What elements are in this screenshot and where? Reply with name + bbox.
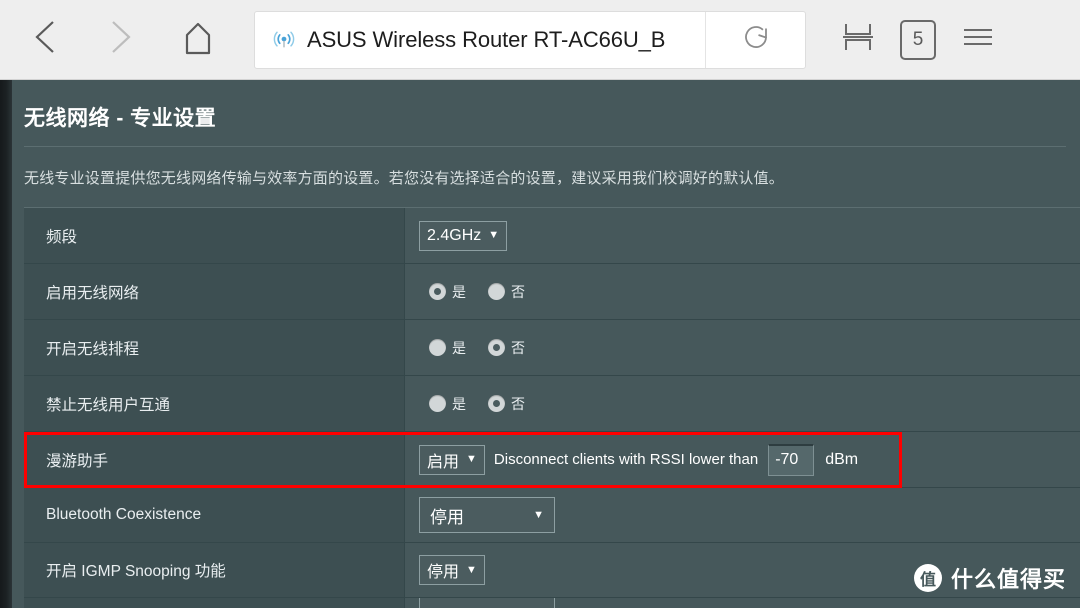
chevron-right-icon <box>105 17 135 62</box>
chevron-down-icon: ▼ <box>488 229 500 241</box>
row-label: 频段 <box>24 208 405 263</box>
address-bar[interactable]: ASUS Wireless Router RT-AC66U_B <box>254 10 806 69</box>
tab-count-button[interactable]: 5 <box>888 10 948 70</box>
radio-option-yes[interactable]: 是 <box>429 282 466 301</box>
dropdown-value: 2.4GHz <box>427 226 482 244</box>
table-row: 开启无线排程 是 否 <box>24 320 1080 376</box>
chevron-down-icon: ▼ <box>466 453 477 465</box>
roaming-controls: 启用 ▼ Disconnect clients with RSSI lower … <box>419 443 859 476</box>
row-label: 禁止无线用户互通 <box>24 376 405 431</box>
back-button[interactable] <box>16 10 76 70</box>
chevron-down-icon: ▼ <box>466 563 477 576</box>
radio-button[interactable] <box>488 339 505 356</box>
igmp-snooping-dropdown[interactable]: 停用 ▼ <box>419 555 485 585</box>
hamburger-menu-icon <box>959 22 997 57</box>
dropdown-value: 停用 <box>427 564 460 581</box>
bluetooth-coexistence-dropdown[interactable]: 停用 ▼ <box>419 497 555 533</box>
roaming-description: Disconnect clients with RSSI lower than <box>493 451 759 468</box>
table-row: 启用无线网络 是 否 <box>24 264 1080 320</box>
table-row: Bluetooth Coexistence 停用 ▼ <box>24 488 1080 543</box>
row-label: 漫游助手 <box>24 432 405 487</box>
home-icon <box>178 17 218 62</box>
watermark-logo: 值 <box>913 564 942 592</box>
row-label: 开启无线排程 <box>24 320 405 375</box>
row-value: 是 否 <box>405 320 1080 375</box>
radio-option-yes[interactable]: 是 <box>429 394 466 413</box>
table-row: 禁止无线用户互通 是 否 <box>24 376 1080 432</box>
page-content: 无线网络 - 专业设置 无线专业设置提供您无线网络传输与效率方面的设置。若您没有… <box>12 80 1080 608</box>
browser-toolbar: ASUS Wireless Router RT-AC66U_B 5 <box>0 0 1080 80</box>
row-label: Bluetooth Coexistence <box>24 488 405 542</box>
row-value: 是 否 <box>405 264 1080 319</box>
radio-option-yes[interactable]: 是 <box>429 338 466 357</box>
radio-button[interactable] <box>429 283 446 300</box>
radio-label: 是 <box>452 284 466 300</box>
wireless-schedule-radio-group: 是 否 <box>429 338 547 357</box>
row-value: 2.4GHz ▼ <box>405 208 1080 263</box>
watermark-text: 什么值得买 <box>950 567 1066 592</box>
title-divider <box>24 146 1066 147</box>
home-button[interactable] <box>168 10 228 70</box>
chevron-left-icon <box>31 17 61 62</box>
router-admin-page: 无线网络 - 专业设置 无线专业设置提供您无线网络传输与效率方面的设置。若您没有… <box>0 80 1080 608</box>
radio-button[interactable] <box>488 283 505 300</box>
radio-label: 否 <box>511 284 525 300</box>
wifi-signal-icon <box>273 29 295 51</box>
menu-button[interactable] <box>948 10 1008 70</box>
table-row: 漫游助手 启用 ▼ Disconnect clients with RSSI l… <box>24 432 1080 488</box>
radio-option-no[interactable]: 否 <box>488 394 525 413</box>
split-screen-button[interactable] <box>828 10 888 70</box>
ap-isolation-radio-group: 是 否 <box>429 394 547 413</box>
radio-button[interactable] <box>429 339 446 356</box>
radio-label: 否 <box>511 396 525 412</box>
rssi-unit-label: dBm <box>825 450 859 468</box>
radio-button[interactable] <box>488 395 505 412</box>
url-area[interactable]: ASUS Wireless Router RT-AC66U_B <box>255 12 705 68</box>
radio-option-no[interactable]: 否 <box>488 338 525 357</box>
table-row: 频段 2.4GHz ▼ <box>24 208 1080 264</box>
band-dropdown[interactable]: 2.4GHz ▼ <box>419 220 508 251</box>
page-left-edge <box>0 80 12 608</box>
chevron-down-icon: ▼ <box>533 508 544 521</box>
forward-button[interactable] <box>90 10 150 70</box>
url-text: ASUS Wireless Router RT-AC66U_B <box>307 26 666 52</box>
next-dropdown[interactable] <box>419 598 555 608</box>
settings-table: 频段 2.4GHz ▼ 启用无线网络 是 否 开启无线排程 是 否 禁止无线用户… <box>24 207 1080 608</box>
reload-icon <box>740 21 772 58</box>
row-value: 启用 ▼ Disconnect clients with RSSI lower … <box>405 432 1080 487</box>
radio-option-no[interactable]: 否 <box>488 282 525 301</box>
roaming-assistant-dropdown[interactable]: 启用 ▼ <box>419 444 485 475</box>
reload-button[interactable] <box>705 11 805 68</box>
watermark: 值 什么值得买 <box>913 562 1066 594</box>
page-description: 无线专业设置提供您无线网络传输与效率方面的设置。若您没有选择适合的设置，建议采用… <box>24 170 785 187</box>
tab-count-badge: 5 <box>900 19 936 60</box>
dropdown-value: 启用 <box>427 453 460 471</box>
row-label: 开启 IGMP Snooping 功能 <box>24 543 405 597</box>
row-value <box>405 598 1080 608</box>
split-screen-icon <box>839 20 877 59</box>
radio-label: 否 <box>511 340 525 356</box>
dropdown-value: 停用 <box>430 507 464 527</box>
page-title: 无线网络 - 专业设置 <box>24 107 217 130</box>
row-value: 是 否 <box>405 376 1080 431</box>
table-row-partial <box>24 598 1080 608</box>
radio-label: 是 <box>452 340 466 356</box>
roaming-assistant-row-wrapper: 漫游助手 启用 ▼ Disconnect clients with RSSI l… <box>24 432 1080 488</box>
rssi-threshold-input[interactable]: -70 <box>768 443 815 476</box>
radio-button[interactable] <box>429 395 446 412</box>
radio-label: 是 <box>452 396 466 412</box>
toolbar-actions: 5 <box>828 10 1008 70</box>
row-value: 停用 ▼ <box>405 488 1080 542</box>
row-label <box>24 598 405 608</box>
row-label: 启用无线网络 <box>24 264 405 319</box>
enable-wireless-radio-group: 是 否 <box>429 282 547 301</box>
